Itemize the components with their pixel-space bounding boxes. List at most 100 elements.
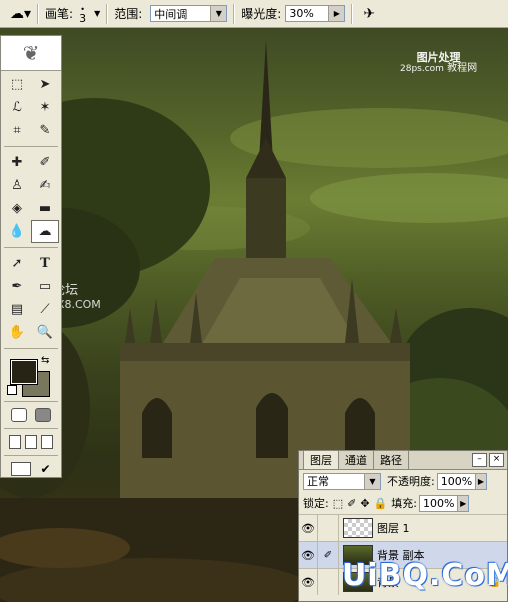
jump-to-imageready-icon[interactable] (11, 462, 32, 476)
brush-label: 画笔: (45, 7, 74, 21)
quick-mask-icon[interactable] (35, 408, 51, 422)
tool-grid: ✚ ✐ ♙ ✍ ◈ ▬ 💧 ☁ (1, 149, 61, 245)
panel-tabs: 图层 通道 路径 – × (299, 450, 507, 470)
path-selection-tool-icon[interactable]: ➚ (3, 252, 31, 275)
tab-paths[interactable]: 路径 (373, 450, 409, 469)
close-icon[interactable]: × (489, 453, 504, 467)
divider (37, 3, 40, 24)
layer-name: 图层 1 (377, 522, 410, 535)
healing-brush-tool-icon[interactable]: ✚ (3, 151, 31, 174)
exposure-label: 曝光度: (241, 7, 282, 21)
jump-to-row: ✔ (1, 458, 61, 480)
minimize-icon[interactable]: – (472, 453, 487, 467)
layer-link-cell[interactable] (317, 515, 339, 541)
full-screen-mode-icon[interactable] (41, 435, 53, 449)
standard-screen-mode-icon[interactable] (9, 435, 21, 449)
blur-tool-icon[interactable]: 💧 (3, 220, 31, 243)
divider (4, 455, 58, 456)
chevron-down-icon: ▼ (364, 473, 380, 489)
airbrush-icon[interactable]: ✈ (363, 6, 375, 22)
divider (4, 348, 58, 349)
watermark-text: 图片处理 (416, 51, 461, 64)
shape-tool-icon[interactable]: ▭ (31, 275, 59, 298)
dodge-tool-icon[interactable]: ☁ (31, 220, 59, 243)
exposure-field[interactable]: 30% ▶ (285, 5, 346, 22)
foreground-color-swatch[interactable] (10, 359, 38, 385)
notes-tool-icon[interactable]: ▤ (3, 298, 31, 321)
options-bar: ☁▾ 画笔: • 3 ▼ 范围: 中间调 ▼ 曝光度: 30% ▶ ✈ (0, 0, 508, 28)
toolbox-header[interactable]: ❦ (1, 36, 61, 71)
watermark-top-right: 图片处理 28ps.com 教程网 (400, 52, 477, 75)
divider (4, 401, 58, 402)
watermark-text: 教程网 (447, 63, 478, 74)
layer-thumbnail (343, 518, 373, 538)
chevron-down-icon[interactable]: ▼ (94, 9, 100, 18)
blend-mode-value: 正常 (307, 475, 329, 488)
watermark-text: 28ps.com (400, 64, 444, 74)
brush-tool-icon[interactable]: ✐ (31, 151, 59, 174)
slice-tool-icon[interactable]: ✎ (31, 119, 59, 142)
type-tool-icon[interactable]: T (31, 252, 59, 275)
quick-mask-row (1, 404, 61, 426)
lock-label: 锁定: (303, 497, 329, 510)
layer-link-cell[interactable] (317, 569, 339, 595)
divider (233, 3, 236, 24)
swap-colors-icon[interactable]: ⇆ (41, 355, 49, 366)
full-screen-menu-mode-icon[interactable] (25, 435, 37, 449)
clone-stamp-tool-icon[interactable]: ♙ (3, 174, 31, 197)
brush-picker[interactable]: • 3 (79, 5, 87, 25)
fill-field[interactable]: 100% ▶ (418, 494, 469, 512)
range-label: 范围: (114, 7, 143, 21)
tab-channels[interactable]: 通道 (338, 450, 374, 469)
feather-logo-icon: ❦ (22, 41, 40, 65)
lock-row: 锁定: ⬚ ✐ ✥ 🔒 填充: 100% ▶ (299, 492, 507, 514)
checkmark-icon[interactable]: ✔ (40, 462, 50, 476)
brush-icon[interactable]: ✐ (317, 542, 339, 568)
range-value: 中间调 (154, 7, 188, 21)
eyedropper-tool-icon[interactable]: ⟋ (31, 298, 59, 321)
standard-mode-icon[interactable] (11, 408, 27, 422)
chevron-right-icon: ▶ (457, 495, 468, 511)
opacity-label: 不透明度: (387, 475, 435, 488)
hand-tool-icon[interactable]: ✋ (3, 321, 31, 344)
eye-icon[interactable]: 👁 (299, 549, 317, 562)
lock-transparent-icon[interactable]: ⬚ (333, 497, 343, 510)
crop-tool-icon[interactable]: ⌗ (3, 119, 31, 142)
magic-wand-tool-icon[interactable]: ✶ (31, 96, 59, 119)
tool-grid: ⬚ ➤ ℒ ✶ ⌗ ✎ (1, 71, 61, 144)
dodge-tool-preset-icon[interactable]: ☁▾ (10, 6, 31, 22)
eraser-tool-icon[interactable]: ◈ (3, 197, 31, 220)
tab-layers[interactable]: 图层 (303, 450, 339, 469)
blend-mode-select[interactable]: 正常 ▼ (303, 472, 381, 490)
range-select[interactable]: 中间调 ▼ (150, 5, 228, 22)
default-colors-icon[interactable] (7, 385, 17, 395)
lock-all-icon[interactable]: 🔒 (374, 497, 388, 510)
move-tool-icon[interactable]: ➤ (31, 73, 59, 96)
gradient-tool-icon[interactable]: ▬ (31, 197, 59, 220)
pen-tool-icon[interactable]: ✒ (3, 275, 31, 298)
lasso-tool-icon[interactable]: ℒ (3, 96, 31, 119)
color-swatches: ⇆ (1, 351, 61, 399)
tool-grid: ➚ T ✒ ▭ ▤ ⟋ ✋ 🔍 (1, 250, 61, 346)
divider (4, 247, 58, 248)
divider (351, 3, 354, 24)
divider (4, 146, 58, 147)
fill-label: 填充: (391, 497, 417, 510)
toolbox: ❦ ⬚ ➤ ℒ ✶ ⌗ ✎ ✚ ✐ ♙ ✍ ◈ ▬ 💧 ☁ ➚ T ✒ ▭ ▤ … (0, 35, 62, 478)
brush-size: 3 (79, 11, 87, 25)
fill-value: 100% (422, 496, 455, 510)
opacity-field[interactable]: 100% ▶ (436, 472, 487, 490)
lock-position-icon[interactable]: ✥ (360, 497, 369, 510)
divider (106, 3, 109, 24)
eye-icon[interactable]: 👁 (299, 522, 317, 535)
eye-icon[interactable]: 👁 (299, 576, 317, 589)
exposure-value: 30% (289, 7, 314, 20)
layer-row[interactable]: 👁 图层 1 (299, 514, 507, 541)
lock-image-icon[interactable]: ✐ (347, 497, 356, 510)
watermark-bottom-right: UiBQ.CoM (342, 558, 508, 593)
divider (4, 428, 58, 429)
zoom-tool-icon[interactable]: 🔍 (31, 321, 59, 344)
screen-mode-row (1, 431, 61, 453)
marquee-tool-icon[interactable]: ⬚ (3, 73, 31, 96)
history-brush-tool-icon[interactable]: ✍ (31, 174, 59, 197)
